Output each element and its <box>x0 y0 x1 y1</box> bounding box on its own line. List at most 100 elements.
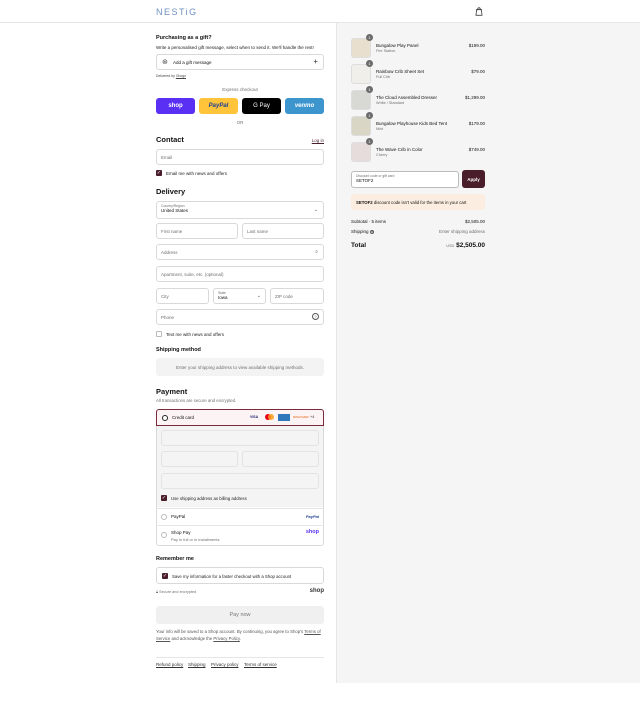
phone-placeholder: Phone <box>161 314 175 320</box>
shop-pay-express-button[interactable]: shop <box>156 98 195 114</box>
product-variant: Full Crib <box>376 75 391 79</box>
shop-pay-sub: Pay in full or in installments <box>171 537 220 542</box>
search-icon: ⌕ <box>315 249 318 255</box>
discount-value: SETOF2 <box>356 178 374 183</box>
plus-icon: + <box>313 57 318 66</box>
cart-item: 1 The Wave Crib in Color Cherry $749.00 <box>351 138 485 166</box>
gift-icon: ⊛ <box>162 59 168 66</box>
country-select[interactable]: Country/Region United States ⌄ <box>156 201 324 219</box>
first-name-field[interactable]: First name <box>156 223 238 239</box>
quantity-badge: 1 <box>366 138 373 145</box>
credit-card-option[interactable]: Credit card VISA DISCOVER +4 <box>156 409 324 426</box>
billing-same-checkbox[interactable]: ✓ <box>161 495 167 501</box>
shipping-method-note: Enter your shipping address to view avai… <box>156 358 324 376</box>
product-image <box>351 116 371 136</box>
google-pay-express-button[interactable]: G Pay <box>242 98 281 114</box>
address-field[interactable]: Address ⌕ <box>156 244 324 260</box>
country-value: United States <box>161 208 189 213</box>
refund-policy-link[interactable]: Refund policy <box>156 662 183 667</box>
payment-subtitle: All transactions are secure and encrypte… <box>156 398 237 403</box>
delivered-by-link[interactable]: Ghogo <box>176 74 186 78</box>
gift-description: Write a personalised gift message, selec… <box>156 45 314 50</box>
error-message: discount code isn't valid for the items … <box>373 199 467 205</box>
cart-item: 1 Bungalow Play Panel Fire Station $199.… <box>351 34 485 62</box>
add-gift-message-button[interactable]: ⊛ Add a gift message + <box>156 54 324 70</box>
email-field[interactable]: Email <box>156 149 324 165</box>
gift-title: Purchasing as a gift? <box>156 35 212 41</box>
state-select[interactable]: State Iowa ⌄ <box>213 288 266 304</box>
product-price: $179.00 <box>468 121 485 126</box>
text-news-checkbox[interactable] <box>156 331 162 337</box>
product-price: $199.00 <box>468 43 485 48</box>
help-icon[interactable]: ? <box>312 313 319 320</box>
login-link[interactable]: Log in <box>312 138 324 143</box>
zip-field[interactable]: ZIP code <box>270 288 324 304</box>
email-news-label: Email me with news and offers <box>166 171 227 176</box>
brand-logo[interactable]: NESTiG <box>156 7 198 17</box>
card-number-field[interactable] <box>161 430 319 446</box>
quantity-badge: 1 <box>366 86 373 93</box>
disclaimer-text: Your info will be saved to a Shop accoun… <box>156 629 304 634</box>
product-name: Rainbow Crib Sheet Set <box>376 69 425 74</box>
credit-card-radio[interactable] <box>162 415 168 421</box>
subtotal-value: $2,505.00 <box>464 219 485 224</box>
address-placeholder: Address <box>161 249 178 255</box>
credit-card-label: Credit card <box>172 415 195 420</box>
shop-pay-radio[interactable] <box>161 532 167 538</box>
privacy-policy-link[interactable]: Privacy policy <box>211 662 239 667</box>
email-news-checkbox[interactable]: ✓ <box>156 170 162 176</box>
cart-item: 1 The Cloud Assembled Dresser White / St… <box>351 86 485 114</box>
venmo-express-button[interactable]: venmo <box>285 98 324 114</box>
pay-now-button[interactable]: Pay now <box>156 606 324 624</box>
product-variant: White / Standard <box>376 101 405 105</box>
secure-label: Secure and encrypted <box>159 590 197 594</box>
discover-icon: DISCOVER <box>293 415 309 419</box>
info-icon[interactable]: ? <box>369 229 375 235</box>
express-checkout-title: Express checkout <box>222 87 258 92</box>
product-image <box>351 38 371 58</box>
card-cvv-field[interactable] <box>242 451 319 467</box>
paypal-express-button[interactable]: PayPal <box>199 98 238 114</box>
remember-box: ✓ Save my information for a faster check… <box>156 567 324 584</box>
product-price: $749.00 <box>468 147 485 152</box>
chevron-down-icon: ⌄ <box>256 293 261 299</box>
remember-label: Save my information for a faster checkou… <box>172 574 292 579</box>
product-price: $1,299.00 <box>464 95 485 100</box>
card-name-field[interactable] <box>161 473 319 489</box>
apartment-field[interactable]: Apartment, suite, etc. (optional) <box>156 266 324 282</box>
discount-code-field[interactable]: Discount code or gift card SETOF2 <box>351 171 459 188</box>
card-expiry-field[interactable] <box>161 451 238 467</box>
shop-pay-logo: shop <box>305 529 319 535</box>
cart-item: 1 Bungalow Playhouse Kids Bed Tent Mint … <box>351 112 485 140</box>
disclaimer-end: . <box>239 635 241 641</box>
product-name: Bungalow Playhouse Kids Bed Tent <box>376 121 447 126</box>
paypal-logo: PayPal <box>305 514 319 519</box>
mastercard-icon <box>265 414 274 420</box>
order-summary: 1 Bungalow Play Panel Fire Station $199.… <box>336 23 640 683</box>
paypal-option[interactable]: PayPal PayPal <box>156 508 324 525</box>
privacy-link[interactable]: Privacy Policy <box>213 636 239 641</box>
shipping-link[interactable]: Shipping <box>188 662 206 667</box>
shipping-value: Enter shipping address <box>438 229 485 234</box>
remember-checkbox[interactable]: ✓ <box>162 573 168 579</box>
shop-pay-option[interactable]: Shop Pay Pay in full or in installments … <box>156 525 324 546</box>
paypal-radio[interactable] <box>161 514 167 520</box>
shopping-bag-icon[interactable] <box>475 7 483 16</box>
terms-of-service-link[interactable]: Terms of service <box>244 662 277 667</box>
discount-error: SETOF2 discount code isn't valid for the… <box>351 194 485 210</box>
more-cards-icon: +4 <box>310 415 315 419</box>
phone-field[interactable]: Phone ? <box>156 309 324 325</box>
total-label: Total <box>351 242 367 249</box>
payment-title: Payment <box>156 387 188 396</box>
chevron-down-icon: ⌄ <box>313 207 318 213</box>
lock-icon: 🔒︎ <box>156 590 159 594</box>
product-name: The Wave Crib in Color <box>376 147 423 152</box>
disclaimer-text-2: and acknowledge the <box>171 635 213 641</box>
city-field[interactable]: City <box>156 288 209 304</box>
product-variant: Cherry <box>376 153 388 157</box>
last-name-field[interactable]: Last name <box>242 223 324 239</box>
apply-button[interactable]: Apply <box>462 170 485 188</box>
cart-item: 1 Rainbow Crib Sheet Set Full Crib $79.0… <box>351 60 485 88</box>
secure-note: 🔒︎ Secure and encrypted <box>156 590 196 594</box>
delivered-by: Delivered by Ghogo <box>156 74 186 78</box>
